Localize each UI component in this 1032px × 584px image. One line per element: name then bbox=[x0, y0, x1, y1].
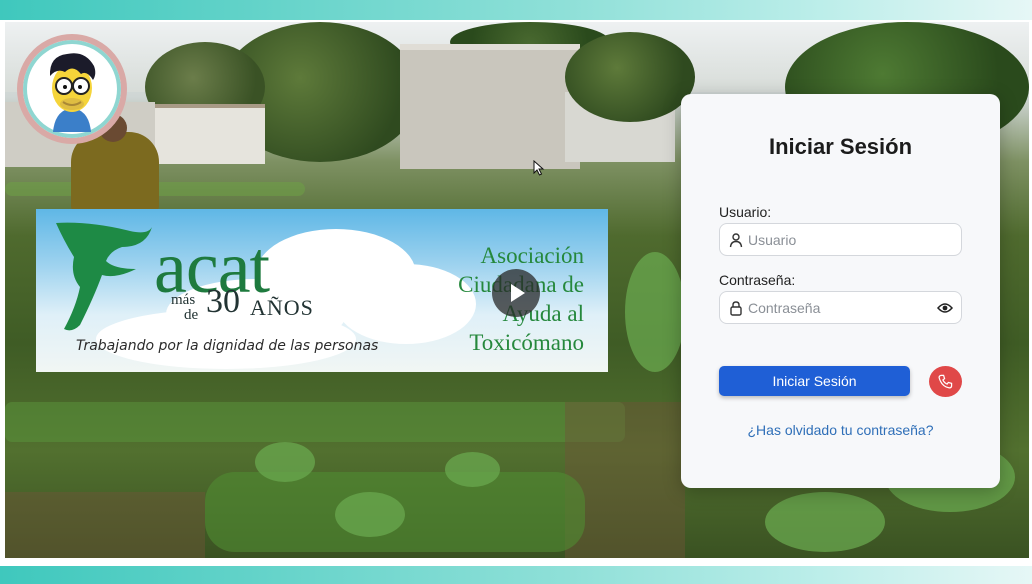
play-icon[interactable] bbox=[492, 269, 540, 317]
login-title: Iniciar Sesión bbox=[768, 134, 913, 159]
eye-icon[interactable] bbox=[937, 301, 953, 315]
username-field-wrapper[interactable] bbox=[719, 223, 962, 256]
top-accent-strip bbox=[0, 0, 1032, 20]
password-field-wrapper[interactable] bbox=[719, 291, 962, 324]
password-input[interactable] bbox=[748, 297, 928, 319]
user-icon bbox=[729, 233, 743, 248]
acat-bird-logo-icon bbox=[56, 222, 152, 331]
banner-tagline: Trabajando por la dignidad de las person… bbox=[76, 338, 379, 354]
login-card: Iniciar Sesión Usuario: Contraseña: Inic… bbox=[681, 94, 1000, 488]
bottom-accent-strip bbox=[0, 566, 1032, 584]
logo-years-label: AÑOS bbox=[250, 295, 314, 320]
lock-icon bbox=[730, 301, 742, 316]
organization-name-line: Asociación bbox=[480, 243, 584, 268]
login-button[interactable]: Iniciar Sesión bbox=[719, 366, 910, 396]
phone-button[interactable] bbox=[929, 366, 962, 397]
logo-de-text: de bbox=[184, 307, 199, 323]
acat-video-banner[interactable]: acat más de 30 AÑOS Trabajando por la di… bbox=[36, 209, 608, 372]
username-label: Usuario: bbox=[719, 204, 772, 220]
avatar-illustration bbox=[49, 53, 96, 132]
password-label: Contraseña: bbox=[719, 272, 796, 288]
organization-name: Asociación Ciudadana de Ayuda al Toxicóm… bbox=[394, 241, 584, 357]
username-input[interactable] bbox=[748, 229, 928, 251]
organization-name-line: Ciudadana de bbox=[458, 272, 584, 297]
forgot-password-link[interactable]: ¿Has olvidado tu contraseña? bbox=[681, 422, 1000, 438]
cartoon-avatar bbox=[17, 34, 127, 144]
organization-name-line: Ayuda al bbox=[502, 301, 584, 326]
phone-icon bbox=[938, 374, 953, 389]
logo-years-number: 30 bbox=[206, 283, 240, 320]
organization-name-line: Toxicómano bbox=[469, 330, 584, 355]
mouse-cursor-icon bbox=[533, 160, 545, 176]
